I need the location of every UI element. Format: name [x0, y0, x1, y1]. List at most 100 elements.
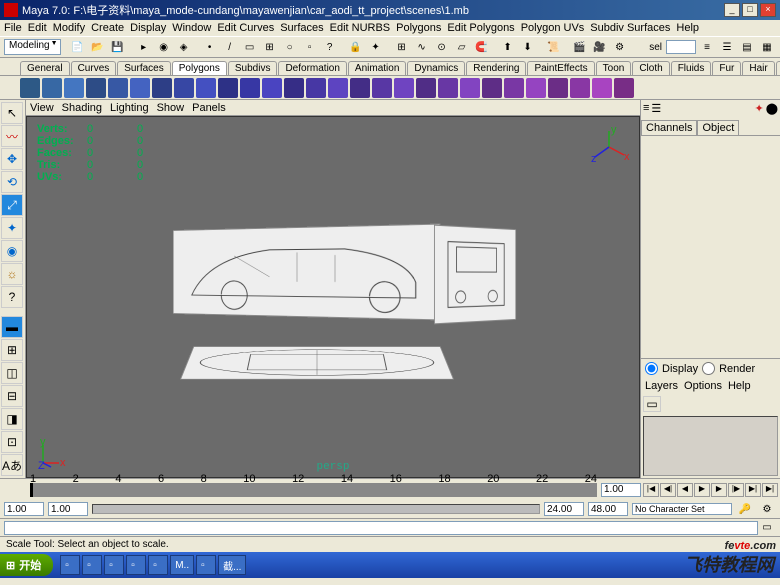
new-scene-icon[interactable]: 📄	[69, 38, 87, 56]
shelf-poly-icon-20[interactable]	[460, 78, 480, 98]
step-fwd-button[interactable]: ▶|	[745, 483, 761, 497]
shelf-tab-toon[interactable]: Toon	[596, 61, 632, 75]
shelf-poly-icon-6[interactable]	[152, 78, 172, 98]
start-button[interactable]: ⊞开始	[0, 554, 53, 576]
current-time-indicator[interactable]	[30, 483, 33, 497]
shelf-tab-custom[interactable]: Custom	[776, 61, 780, 75]
task-item-1[interactable]: ▫	[82, 555, 102, 575]
step-back-button[interactable]: ◀|	[660, 483, 676, 497]
mask-other2-icon[interactable]: ?	[321, 38, 339, 56]
shelf-poly-icon-7[interactable]	[174, 78, 194, 98]
task-item-3[interactable]: ▫	[126, 555, 146, 575]
layers-menu-help[interactable]: Help	[728, 380, 751, 392]
shelf-poly-icon-14[interactable]	[328, 78, 348, 98]
mask-vertex-icon[interactable]: •	[201, 38, 219, 56]
render-frame-icon[interactable]: 🎬	[571, 38, 589, 56]
scale-tool-icon[interactable]: ⤢	[1, 194, 23, 216]
tool-settings-toggle-icon[interactable]: ▦	[758, 38, 776, 56]
persp-hyper-icon[interactable]: ⊡	[1, 431, 23, 453]
render-globals-icon[interactable]: ⚙	[611, 38, 629, 56]
range-slider[interactable]	[92, 504, 540, 514]
save-scene-icon[interactable]: 💾	[109, 38, 127, 56]
mask-uv-icon[interactable]: ⊞	[261, 38, 279, 56]
soft-mod-tool-icon[interactable]: ◉	[1, 240, 23, 262]
shelf-poly-icon-0[interactable]	[20, 78, 40, 98]
menu-create[interactable]: Create	[91, 22, 124, 34]
shelf-poly-icon-26[interactable]	[592, 78, 612, 98]
vp-menu-panels[interactable]: Panels	[192, 102, 226, 114]
vp-menu-lighting[interactable]: Lighting	[110, 102, 149, 114]
play-fwd-button[interactable]: ▶	[711, 483, 727, 497]
layers-menu-layers[interactable]: Layers	[645, 380, 678, 392]
shelf-tab-cloth[interactable]: Cloth	[632, 61, 669, 75]
timeline-track[interactable]: 124681012141618202224	[30, 483, 597, 497]
menu-modify[interactable]: Modify	[53, 22, 85, 34]
lock-selection-icon[interactable]: 🔒	[347, 38, 365, 56]
shelf-tab-general[interactable]: General	[20, 61, 70, 75]
layer-list[interactable]	[643, 416, 778, 476]
manipulator-tool-icon[interactable]: ✦	[1, 217, 23, 239]
mask-face-icon[interactable]: ▭	[241, 38, 259, 56]
shelf-poly-icon-2[interactable]	[64, 78, 84, 98]
shelf-poly-icon-23[interactable]	[526, 78, 546, 98]
shelf-poly-icon-15[interactable]	[350, 78, 370, 98]
mel-command-input[interactable]	[4, 521, 758, 535]
vp-menu-shading[interactable]: Shading	[62, 102, 102, 114]
single-view-icon[interactable]: ▬	[1, 316, 23, 338]
time-slider[interactable]: 124681012141618202224 |◀ ◀| ◀ ▶ ▶ |▶ ▶| …	[0, 478, 780, 500]
shelf-tab-fluids[interactable]: Fluids	[671, 61, 712, 75]
autokey-icon[interactable]: 🔑	[736, 500, 754, 518]
move-tool-icon[interactable]: ✥	[1, 148, 23, 170]
display-radio[interactable]	[645, 362, 658, 375]
menu-window[interactable]: Window	[172, 22, 211, 34]
lasso-tool-icon[interactable]: 〰	[1, 125, 23, 147]
play-back-button[interactable]: ▶	[694, 483, 710, 497]
show-manip-icon[interactable]: ☼	[1, 263, 23, 285]
history-off-icon[interactable]: ⬇	[519, 38, 537, 56]
anim-prefs-icon[interactable]: ⚙	[758, 500, 776, 518]
range-end-field[interactable]	[544, 502, 584, 516]
sel-count-field[interactable]	[666, 40, 696, 54]
four-view-icon[interactable]: ⊞	[1, 339, 23, 361]
task-item-2[interactable]: ▫	[104, 555, 124, 575]
shelf-poly-icon-16[interactable]	[372, 78, 392, 98]
new-layer-icon[interactable]: ▭	[643, 396, 661, 412]
shelf-poly-icon-24[interactable]	[548, 78, 568, 98]
axis-indicator-icon[interactable]: ✦	[754, 102, 763, 118]
shelf-poly-icon-8[interactable]	[196, 78, 216, 98]
shelf-tab-deformation[interactable]: Deformation	[278, 61, 346, 75]
task-item-5[interactable]: M..	[170, 555, 194, 575]
snap-point-icon[interactable]: ⊙	[433, 38, 451, 56]
shelf-tab-surfaces[interactable]: Surfaces	[117, 61, 170, 75]
layers-menu-options[interactable]: Options	[684, 380, 722, 392]
select-by-component-icon[interactable]: ◈	[175, 38, 193, 56]
go-start-button[interactable]: |◀	[643, 483, 659, 497]
shelf-poly-icon-21[interactable]	[482, 78, 502, 98]
vp-menu-view[interactable]: View	[30, 102, 54, 114]
shelf-tab-fur[interactable]: Fur	[712, 61, 741, 75]
task-item-7[interactable]: 截...	[218, 555, 246, 575]
shelf-poly-icon-1[interactable]	[42, 78, 62, 98]
task-item-0[interactable]: ▫	[60, 555, 80, 575]
workspace-selector[interactable]: Modeling	[4, 39, 61, 55]
mask-hull-icon[interactable]: ○	[281, 38, 299, 56]
shelf-poly-icon-18[interactable]	[416, 78, 436, 98]
perspective-viewport[interactable]: Verts:00Edges:00Faces:00Tris:00UVs:00 x …	[26, 116, 640, 478]
object-tab[interactable]: Object	[697, 120, 739, 135]
key-fwd-button[interactable]: |▶	[728, 483, 744, 497]
menu-surfaces[interactable]: Surfaces	[280, 22, 323, 34]
menu-subdiv-surfaces[interactable]: Subdiv Surfaces	[590, 22, 670, 34]
go-end-button[interactable]: ▶|	[762, 483, 778, 497]
mask-other-icon[interactable]: ▫	[301, 38, 319, 56]
anim-start-field[interactable]	[4, 502, 44, 516]
layer-editor-toggle-icon[interactable]: ☰	[718, 38, 736, 56]
menu-file[interactable]: File	[4, 22, 22, 34]
snap-live-icon[interactable]: 🧲	[473, 38, 491, 56]
select-by-object-icon[interactable]: ◉	[155, 38, 173, 56]
menu-edit-curves[interactable]: Edit Curves	[217, 22, 274, 34]
channel-box-toggle-icon[interactable]: ≡	[698, 38, 716, 56]
highlight-icon[interactable]: ✦	[367, 38, 385, 56]
shelf-poly-icon-3[interactable]	[86, 78, 106, 98]
shelf-poly-icon-19[interactable]	[438, 78, 458, 98]
menu-display[interactable]: Display	[130, 22, 166, 34]
